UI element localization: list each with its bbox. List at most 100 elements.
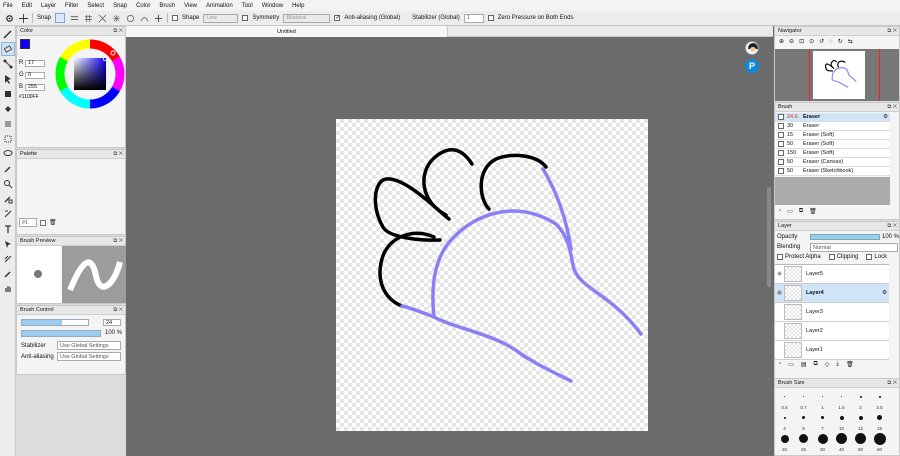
zoom-out-icon[interactable]: ⊖ bbox=[789, 38, 794, 45]
layer-row[interactable]: Layer1 bbox=[775, 341, 889, 360]
brush-item[interactable]: 50 Eraser (Sketchbook) bbox=[775, 167, 890, 176]
menu-tool[interactable]: Tool bbox=[242, 3, 253, 9]
new-brush-icon[interactable]: ▫ bbox=[779, 208, 781, 215]
symmetry-dropdown[interactable]: Bilateral bbox=[283, 13, 331, 23]
brush-size-cell[interactable]: 20 bbox=[775, 431, 794, 452]
snap-radial-icon[interactable] bbox=[111, 13, 121, 23]
brush-item[interactable]: 30 Eraser bbox=[775, 122, 890, 131]
brush-size-cell[interactable]: 4 bbox=[775, 410, 794, 431]
eyedropper-icon[interactable] bbox=[1, 267, 15, 281]
flip-icon[interactable]: ⇆ bbox=[848, 38, 853, 45]
move-view-icon[interactable] bbox=[18, 13, 28, 23]
antialias-select[interactable]: Use Global Settings bbox=[57, 352, 121, 361]
symmetry-checkbox[interactable] bbox=[242, 15, 249, 21]
visibility-eye-icon[interactable]: ◉ bbox=[775, 271, 784, 277]
select-pen-icon[interactable] bbox=[1, 162, 15, 176]
panel-controls-icon[interactable]: ⧉ ✕ bbox=[113, 307, 123, 314]
document-tab[interactable]: Untitled bbox=[126, 26, 448, 37]
brush-item[interactable]: 24.6 Eraser ⚙ bbox=[775, 113, 890, 122]
rotate-reset-icon[interactable]: ◌ bbox=[829, 39, 833, 45]
blending-select[interactable]: Normal bbox=[810, 243, 898, 252]
divide-icon[interactable] bbox=[1, 207, 15, 221]
snap-settings-icon[interactable] bbox=[153, 13, 163, 23]
brush-size-cell[interactable]: 25 bbox=[794, 431, 813, 452]
zoom-in-icon[interactable]: ⊕ bbox=[779, 38, 784, 45]
copy-icon[interactable]: ⧉ bbox=[799, 208, 803, 215]
duplicate-layer-icon[interactable]: ⧉ bbox=[813, 361, 817, 368]
brush-item[interactable]: 50 Eraser (Canvas) bbox=[775, 158, 890, 167]
navigator-preview[interactable] bbox=[775, 49, 899, 101]
folder-icon[interactable]: ▭ bbox=[787, 208, 793, 215]
vertical-scrollbar[interactable] bbox=[767, 187, 771, 287]
brush-size-cell[interactable]: 2.5 bbox=[870, 389, 889, 410]
panel-controls-icon[interactable]: ⧉ ✕ bbox=[887, 223, 897, 230]
opacity-slider[interactable] bbox=[21, 330, 101, 337]
brush-size-cell[interactable]: 1.5 bbox=[832, 389, 851, 410]
brush-size-cell[interactable]: 2 bbox=[851, 389, 870, 410]
trash-icon[interactable]: 🗑 bbox=[809, 208, 817, 215]
new-swatch-icon[interactable] bbox=[40, 219, 46, 226]
snap-crosshatch-icon[interactable] bbox=[83, 13, 93, 23]
bucket-icon[interactable] bbox=[1, 102, 15, 116]
text-tool-icon[interactable] bbox=[1, 222, 15, 236]
shape-dropdown[interactable]: Line bbox=[203, 13, 239, 23]
new-vector-layer-icon[interactable]: ▭ bbox=[788, 361, 794, 368]
zoom-reset-icon[interactable]: ⊙ bbox=[809, 38, 814, 45]
brush-item[interactable]: 15 Eraser (Soft) bbox=[775, 131, 890, 140]
brush-settings-icon[interactable]: ⚙ bbox=[883, 114, 888, 120]
pen-tool-icon[interactable] bbox=[1, 27, 15, 41]
menu-file[interactable]: File bbox=[3, 3, 13, 9]
snap-vanishing-icon[interactable] bbox=[97, 13, 107, 23]
operation-icon[interactable] bbox=[1, 237, 15, 251]
menu-color[interactable]: Color bbox=[136, 3, 150, 9]
brush-size-cell[interactable]: 7 bbox=[813, 410, 832, 431]
brush-size-cell[interactable]: 0.5 bbox=[775, 389, 794, 410]
lock-checkbox[interactable] bbox=[866, 254, 873, 260]
merge-down-icon[interactable]: ⤓ bbox=[836, 361, 839, 368]
palette-page-dropdown[interactable]: #1 bbox=[19, 218, 37, 227]
clear-layer-icon[interactable]: ◇ bbox=[825, 361, 830, 368]
shape-checkbox[interactable] bbox=[172, 15, 179, 21]
menu-help[interactable]: Help bbox=[292, 3, 304, 9]
size-slider[interactable] bbox=[21, 319, 89, 326]
brush-size-cell[interactable]: 40 bbox=[832, 431, 851, 452]
zoom-fit-icon[interactable]: ⊡ bbox=[799, 38, 804, 45]
layer-row[interactable]: ◉ Layer5 bbox=[775, 265, 889, 284]
brush-size-cell[interactable]: 50 bbox=[851, 431, 870, 452]
rotate-right-icon[interactable]: ↻ bbox=[838, 38, 843, 45]
rect-fill-icon[interactable] bbox=[1, 87, 15, 101]
menu-edit[interactable]: Edit bbox=[22, 3, 32, 9]
brush-size-cell[interactable]: 1 bbox=[813, 389, 832, 410]
panel-controls-icon[interactable]: ⧉ ✕ bbox=[113, 28, 123, 35]
lasso-icon[interactable] bbox=[1, 147, 15, 161]
drawing-canvas[interactable] bbox=[336, 119, 648, 431]
size-value[interactable]: 24 bbox=[103, 319, 121, 326]
menu-brush[interactable]: Brush bbox=[159, 3, 175, 9]
stabilizer-dropdown[interactable]: 1 bbox=[463, 13, 484, 23]
menu-window[interactable]: Window bbox=[262, 3, 283, 9]
brush-item[interactable]: 50 Eraser (Soft) bbox=[775, 140, 890, 149]
avatar[interactable] bbox=[745, 41, 759, 55]
panel-controls-icon[interactable]: ⧉ ✕ bbox=[113, 151, 123, 158]
primary-color-swatch[interactable] bbox=[20, 39, 30, 49]
brush-size-cell[interactable]: 0.7 bbox=[794, 389, 813, 410]
layer-settings-icon[interactable]: ⚙ bbox=[882, 290, 887, 296]
settings-icon[interactable] bbox=[4, 13, 14, 23]
b-input[interactable]: 255 bbox=[25, 83, 45, 91]
panel-controls-icon[interactable]: ⧉ ✕ bbox=[887, 28, 897, 35]
antialias-checkbox[interactable] bbox=[334, 15, 341, 21]
r-input[interactable]: 17 bbox=[25, 59, 45, 67]
brush-size-cell[interactable]: 30 bbox=[813, 431, 832, 452]
menu-view[interactable]: View bbox=[184, 3, 197, 9]
zero-pressure-checkbox[interactable] bbox=[487, 15, 494, 21]
pixiv-icon[interactable]: P bbox=[745, 59, 759, 73]
panel-controls-icon[interactable]: ⧉ ✕ bbox=[113, 238, 123, 245]
snap-circle-icon[interactable] bbox=[125, 13, 135, 23]
stabilizer-select[interactable]: Use Global Settings bbox=[57, 341, 121, 350]
clipping-checkbox[interactable] bbox=[828, 254, 835, 260]
brush-size-cell[interactable]: 15 bbox=[870, 410, 889, 431]
new-folder-icon[interactable]: ▤ bbox=[801, 361, 807, 368]
select-rect-icon[interactable] bbox=[1, 132, 15, 146]
brush-item[interactable]: 150 Eraser (Soft) bbox=[775, 149, 890, 158]
rotate-left-icon[interactable]: ↺ bbox=[819, 38, 824, 45]
